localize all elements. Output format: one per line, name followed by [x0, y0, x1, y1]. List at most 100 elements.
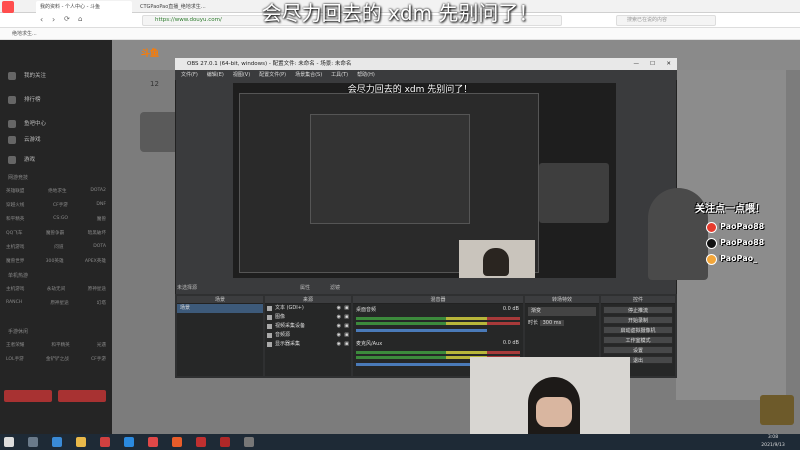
category-link[interactable]: 魔兽世界	[6, 258, 24, 268]
duration-label: 时长	[528, 320, 539, 326]
volume-slider[interactable]	[356, 363, 488, 366]
app-icon[interactable]	[172, 437, 182, 447]
maximize-icon[interactable]: ☐	[650, 58, 655, 70]
lock-icon[interactable]: ▣	[344, 304, 349, 313]
category-link[interactable]: 原神星途	[88, 286, 106, 296]
person-figure	[483, 248, 509, 276]
scene-item[interactable]: 场景	[177, 304, 263, 313]
lock-icon[interactable]: ▣	[344, 313, 349, 322]
category-link[interactable]: APEX英雄	[85, 258, 106, 268]
lock-icon[interactable]: ▣	[344, 331, 349, 340]
category-link[interactable]: DOTA2	[90, 188, 106, 198]
app-icon[interactable]	[220, 437, 230, 447]
mixer-db: 0.0 dB	[502, 306, 519, 312]
source-item[interactable]: 视频采集设备 ◉ ▣	[265, 322, 351, 331]
sidebar-item-rank[interactable]: 排行榜	[0, 93, 112, 107]
folder-icon[interactable]	[76, 437, 86, 447]
eye-icon[interactable]: ◉	[337, 340, 341, 349]
sidebar-item-cloudgame[interactable]: 云游戏	[0, 133, 112, 147]
obs-preview[interactable]	[233, 83, 616, 278]
eye-icon[interactable]: ◉	[337, 322, 341, 331]
douyu-logo[interactable]: 斗鱼	[130, 46, 170, 62]
category-link[interactable]: 魔兽争霸	[46, 230, 64, 240]
audio-icon	[267, 333, 272, 338]
obs-menu-item[interactable]: 帮助(H)	[357, 70, 375, 80]
category-link[interactable]: 绝地求生	[48, 188, 66, 198]
obs-menu-item[interactable]: 配置文件(P)	[259, 70, 286, 80]
close-icon[interactable]: ✕	[666, 58, 671, 70]
search-icon[interactable]	[28, 437, 38, 447]
start-icon[interactable]	[4, 437, 14, 447]
duration-input[interactable]: 300 ms	[539, 320, 565, 326]
eye-icon[interactable]: ◉	[337, 331, 341, 340]
category-row: LOL手游 金铲铲之战 CF手游	[6, 356, 106, 366]
category-link[interactable]: 300英雄	[46, 258, 64, 268]
volume-slider[interactable]	[356, 329, 488, 332]
app-icon[interactable]	[196, 437, 206, 447]
eye-icon[interactable]: ◉	[337, 313, 341, 322]
obs-menu-item[interactable]: 文件(F)	[181, 70, 198, 80]
category-link[interactable]: DOTA	[93, 244, 106, 254]
control-button[interactable]: 工作室模式	[603, 336, 673, 344]
category-link[interactable]: CF手游	[53, 202, 68, 212]
category-link[interactable]: CF手游	[91, 356, 106, 366]
app-icon[interactable]	[100, 437, 110, 447]
category-link[interactable]: 魔兽	[97, 216, 106, 226]
chrome-icon[interactable]	[148, 437, 158, 447]
category-link[interactable]: CS:GO	[53, 216, 68, 226]
sidebar-item-game[interactable]: 游戏	[0, 153, 112, 167]
category-link[interactable]: DNF	[96, 202, 106, 212]
category-link[interactable]: 和平精英	[6, 216, 24, 226]
control-button[interactable]: 停止推流	[603, 306, 673, 314]
eye-icon[interactable]: ◉	[337, 304, 341, 313]
control-button[interactable]: 启动虚拟摄像机	[603, 326, 673, 334]
sidebar-item-fishbar[interactable]: 鱼吧中心	[0, 117, 112, 131]
dock-title: 来源	[265, 296, 351, 304]
category-link[interactable]: 和平精英	[51, 342, 69, 352]
sidebar-item-follow[interactable]: 我的关注	[0, 69, 112, 83]
obs-menu-item[interactable]: 场景集合(S)	[295, 70, 322, 80]
promo-button[interactable]	[4, 390, 52, 402]
lock-icon[interactable]: ▣	[344, 340, 349, 349]
promo-button[interactable]	[58, 390, 106, 402]
category-link[interactable]: 问道	[54, 244, 63, 254]
obs-menu-item[interactable]: 工具(T)	[331, 70, 348, 80]
category-link[interactable]: 原神星途	[50, 300, 68, 310]
source-item[interactable]: 音频源 ◉ ▣	[265, 331, 351, 340]
category-link[interactable]: 幻塔	[97, 300, 106, 310]
source-item[interactable]: 文本 (GDI+) ◉ ▣	[265, 304, 351, 313]
control-button[interactable]: 开始录制	[603, 316, 673, 324]
lock-icon[interactable]: ▣	[344, 322, 349, 331]
left-sidebar: 我的关注 排行榜 鱼吧中心 云游戏 游戏 网游竞技 英雄联盟 绝地求生 DOTA2 穿…	[0, 40, 112, 434]
category-link[interactable]: 主机游戏	[6, 286, 24, 296]
category-link[interactable]: 穿越火线	[6, 202, 24, 212]
mixer-channel-name: 麦克风/Aux	[356, 341, 383, 347]
category-link[interactable]: QQ飞车	[6, 230, 22, 240]
category-row: 魔兽世界 300英雄 APEX英雄	[6, 258, 106, 268]
category-link[interactable]: 永劫无间	[47, 286, 65, 296]
category-link[interactable]: LOL手游	[6, 356, 24, 366]
minimize-icon[interactable]: —	[634, 58, 640, 70]
category-link[interactable]: 主机游戏	[6, 244, 24, 254]
monitor-icon	[267, 342, 272, 347]
steam-icon[interactable]	[124, 437, 134, 447]
taskbar	[0, 434, 800, 450]
category-link[interactable]: 金铲铲之战	[46, 356, 69, 366]
obs-icon[interactable]	[244, 437, 254, 447]
category-link[interactable]: RANCH	[6, 300, 22, 310]
properties-button[interactable]: 属性	[300, 284, 310, 291]
mixer-channel: 桌面音频 0.0 dB	[353, 304, 523, 338]
category-link[interactable]: 英雄联盟	[6, 188, 24, 198]
category-link[interactable]: 光遇	[97, 342, 106, 352]
source-item[interactable]: 显示器采集 ◉ ▣	[265, 340, 351, 349]
obs-menu-item[interactable]: 视图(V)	[233, 70, 250, 80]
source-item[interactable]: 图像 ◉ ▣	[265, 313, 351, 322]
transition-select[interactable]: 渐变	[528, 307, 596, 316]
obs-menu-item[interactable]: 编辑(E)	[207, 70, 224, 80]
category-link[interactable]: 暗黑破坏	[88, 230, 106, 240]
filters-button[interactable]: 滤镜	[330, 284, 340, 291]
category-link[interactable]: 王者荣耀	[6, 342, 24, 352]
bookmark-item[interactable]: 绝地求生...	[12, 30, 37, 37]
edge-icon[interactable]	[52, 437, 62, 447]
control-button[interactable]: 设置	[603, 346, 673, 354]
